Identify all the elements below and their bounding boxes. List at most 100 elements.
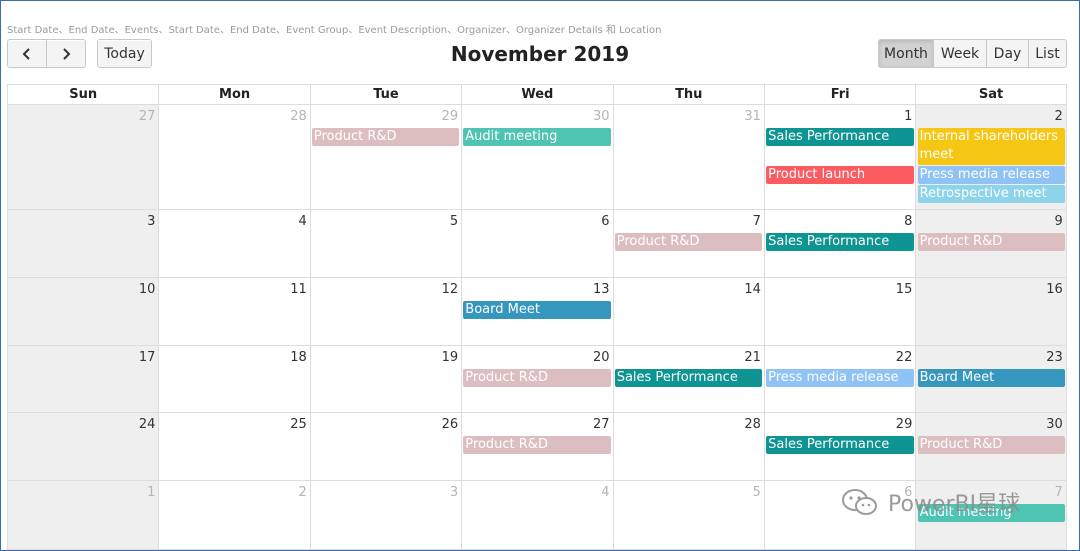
- calendar-event[interactable]: Sales Performance: [766, 233, 914, 251]
- day-view-button[interactable]: Day: [986, 39, 1029, 68]
- calendar-event[interactable]: Board Meet: [463, 301, 611, 319]
- day-cell[interactable]: 4: [461, 481, 612, 549]
- day-cell[interactable]: 15: [763, 278, 915, 345]
- week-row: 10 11 12 13 14 15 16 Board Meet: [7, 277, 1067, 345]
- calendar-event[interactable]: Board Meet: [917, 369, 1065, 387]
- calendar-event[interactable]: Sales Performance: [766, 128, 914, 146]
- day-cell[interactable]: 2: [158, 481, 309, 549]
- day-cell[interactable]: 27: [7, 105, 159, 209]
- calendar-event[interactable]: Product R&D: [311, 128, 460, 146]
- calendar-event[interactable]: Product launch: [766, 166, 914, 184]
- day-cell[interactable]: 30: [461, 105, 612, 209]
- day-number[interactable]: 5: [450, 214, 458, 229]
- day-number[interactable]: 30: [593, 109, 610, 124]
- day-cell[interactable]: 31: [612, 105, 764, 209]
- day-number[interactable]: 17: [139, 350, 156, 365]
- day-number[interactable]: 21: [744, 350, 761, 365]
- day-number[interactable]: 10: [139, 282, 156, 297]
- day-number[interactable]: 5: [753, 485, 761, 500]
- calendar-event[interactable]: Press media release: [917, 166, 1065, 184]
- day-number[interactable]: 28: [744, 417, 761, 432]
- day-cell[interactable]: 11: [158, 278, 309, 345]
- month-grid: Sun Mon Tue Wed Thu Fri Sat 27 28 29 30 31 1 2…: [7, 84, 1067, 550]
- day-cell[interactable]: 6: [461, 210, 612, 277]
- day-number[interactable]: 26: [442, 417, 459, 432]
- day-number[interactable]: 12: [442, 282, 459, 297]
- week-view-button[interactable]: Week: [933, 39, 987, 68]
- day-number[interactable]: 28: [290, 109, 307, 124]
- day-number[interactable]: 27: [593, 417, 610, 432]
- day-cell[interactable]: 1: [763, 105, 915, 209]
- calendar-event[interactable]: Internal shareholders meet: [917, 128, 1065, 165]
- day-number[interactable]: 1: [147, 485, 155, 500]
- day-number[interactable]: 14: [744, 282, 761, 297]
- day-cell[interactable]: 18: [158, 346, 309, 412]
- day-number[interactable]: 24: [139, 417, 156, 432]
- day-number[interactable]: 22: [896, 350, 913, 365]
- day-number[interactable]: 8: [904, 214, 912, 229]
- day-number[interactable]: 23: [1046, 350, 1063, 365]
- day-number[interactable]: 27: [139, 109, 156, 124]
- calendar-event[interactable]: Audit meeting: [463, 128, 611, 146]
- day-cell[interactable]: 24: [7, 413, 159, 480]
- day-number[interactable]: 15: [896, 282, 913, 297]
- calendar-event[interactable]: Product R&D: [917, 233, 1065, 251]
- weekday-sun: Sun: [7, 85, 158, 104]
- day-number[interactable]: 30: [1046, 417, 1063, 432]
- day-cell[interactable]: 14: [612, 278, 764, 345]
- day-number[interactable]: 9: [1054, 214, 1062, 229]
- day-number[interactable]: 13: [593, 282, 610, 297]
- calendar-event[interactable]: Sales Performance: [614, 369, 763, 387]
- day-number[interactable]: 6: [601, 214, 609, 229]
- day-cell[interactable]: 26: [309, 413, 461, 480]
- day-number[interactable]: 7: [753, 214, 761, 229]
- day-number[interactable]: 3: [147, 214, 155, 229]
- calendar-event[interactable]: Retrospective meet: [917, 185, 1065, 203]
- calendar-event[interactable]: Product R&D: [463, 369, 611, 387]
- weekday-thu: Thu: [612, 85, 764, 104]
- calendar-event[interactable]: Product R&D: [463, 436, 611, 454]
- day-number[interactable]: 29: [896, 417, 913, 432]
- day-number[interactable]: 19: [442, 350, 459, 365]
- day-cell[interactable]: 28: [612, 413, 764, 480]
- day-cell[interactable]: 29: [309, 105, 461, 209]
- day-cell[interactable]: 10: [7, 278, 159, 345]
- day-number[interactable]: 25: [290, 417, 307, 432]
- view-switcher: Month Week Day List: [878, 39, 1067, 68]
- day-number[interactable]: 20: [593, 350, 610, 365]
- day-cell[interactable]: 3: [309, 481, 461, 549]
- weekday-tue: Tue: [309, 85, 461, 104]
- calendar-event[interactable]: Sales Performance: [766, 436, 914, 454]
- day-cell[interactable]: 4: [158, 210, 309, 277]
- day-cell[interactable]: 12: [309, 278, 461, 345]
- day-cell[interactable]: 17: [7, 346, 159, 412]
- calendar-event[interactable]: Press media release: [766, 369, 914, 387]
- day-cell[interactable]: 1: [7, 481, 159, 549]
- day-cell[interactable]: 19: [309, 346, 461, 412]
- field-list-caption: Start Date、End Date、Events、Start Date、En…: [7, 25, 662, 36]
- day-number[interactable]: 1: [904, 109, 912, 124]
- weeks-container: 27 28 29 30 31 1 2 Product R&D Audit meeting Sale…: [7, 104, 1067, 550]
- list-view-button[interactable]: List: [1028, 39, 1067, 68]
- day-number[interactable]: 16: [1046, 282, 1063, 297]
- day-number[interactable]: 11: [290, 282, 307, 297]
- day-number[interactable]: 31: [744, 109, 761, 124]
- day-number[interactable]: 3: [450, 485, 458, 500]
- day-cell[interactable]: 28: [158, 105, 309, 209]
- calendar-event[interactable]: Product R&D: [917, 436, 1065, 454]
- day-number[interactable]: 2: [1054, 109, 1062, 124]
- day-number[interactable]: 18: [290, 350, 307, 365]
- day-cell[interactable]: 3: [7, 210, 159, 277]
- month-view-button[interactable]: Month: [878, 39, 934, 68]
- weekday-header: Sun Mon Tue Wed Thu Fri Sat: [7, 84, 1067, 104]
- calendar-event[interactable]: Product R&D: [614, 233, 763, 251]
- day-number[interactable]: 2: [299, 485, 307, 500]
- day-cell[interactable]: 5: [612, 481, 764, 549]
- day-cell[interactable]: 5: [309, 210, 461, 277]
- day-cell[interactable]: 25: [158, 413, 309, 480]
- day-number[interactable]: 4: [601, 485, 609, 500]
- day-number[interactable]: 29: [442, 109, 459, 124]
- day-number[interactable]: 4: [299, 214, 307, 229]
- day-cell[interactable]: 16: [915, 278, 1067, 345]
- day-number[interactable]: 7: [1054, 485, 1062, 500]
